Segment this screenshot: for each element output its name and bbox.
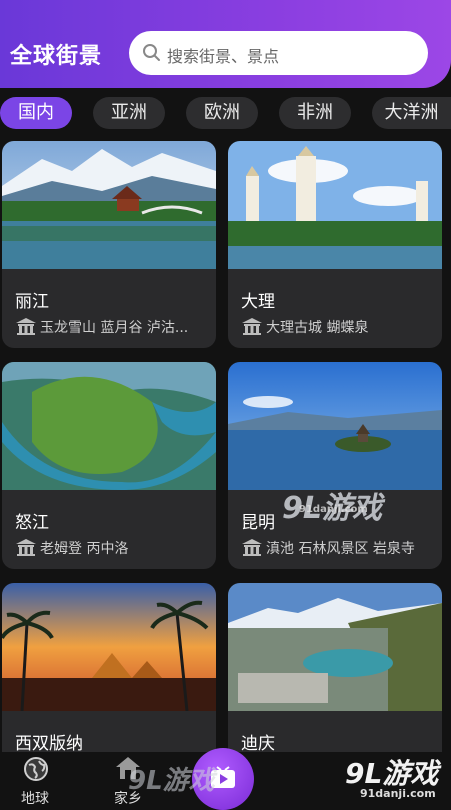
spots-text: 大理古城 蝴蝶泉 bbox=[266, 320, 369, 336]
tab-africa[interactable]: 非洲 bbox=[279, 97, 351, 129]
nav-earth[interactable]: 地球 bbox=[5, 752, 65, 807]
spots-text: 滇池 石林风景区 岩泉寺 bbox=[266, 541, 415, 557]
city-card-lijiang[interactable]: 丽江 玉龙雪山 蓝月谷 泸沽... bbox=[2, 141, 216, 348]
city-spots: 玉龙雪山 蓝月谷 泸沽... bbox=[15, 317, 188, 337]
city-spots: 老姆登 丙中洛 bbox=[15, 538, 128, 558]
nav-earth-label: 地球 bbox=[21, 791, 49, 807]
spots-text: 老姆登 丙中洛 bbox=[40, 541, 129, 557]
tab-asia[interactable]: 亚洲 bbox=[93, 97, 165, 129]
temple-icon bbox=[16, 318, 36, 335]
tab-domestic[interactable]: 国内 bbox=[0, 97, 72, 129]
city-name: 昆明 bbox=[241, 513, 275, 533]
temple-icon bbox=[242, 539, 262, 556]
temple-icon bbox=[16, 539, 36, 556]
watermark-url: 91danji.com bbox=[299, 504, 368, 515]
corner-watermark-logo: 9L游戏 bbox=[345, 757, 439, 790]
kunming-photo bbox=[228, 362, 442, 490]
spots-text: 玉龙雪山 蓝月谷 泸沽... bbox=[40, 320, 189, 336]
city-card-kunming[interactable]: 昆明 滇池 石林风景区 岩泉寺 bbox=[228, 362, 442, 569]
city-card-nujiang[interactable]: 怒江 老姆登 丙中洛 bbox=[2, 362, 216, 569]
search-icon bbox=[143, 44, 160, 61]
city-name: 丽江 bbox=[15, 292, 49, 312]
city-name: 大理 bbox=[241, 292, 275, 312]
city-name: 迪庆 bbox=[241, 734, 275, 754]
city-name: 西双版纳 bbox=[15, 734, 83, 754]
dali-photo bbox=[228, 141, 442, 269]
diqing-photo bbox=[228, 583, 442, 711]
lijiang-photo bbox=[2, 141, 216, 269]
globe-icon bbox=[24, 757, 48, 781]
city-spots: 滇池 石林风景区 岩泉寺 bbox=[241, 538, 415, 558]
app-title: 全球街景 bbox=[10, 44, 103, 69]
city-card-dali[interactable]: 大理 大理古城 蝴蝶泉 bbox=[228, 141, 442, 348]
search-bar[interactable]: 搜索街景、景点 bbox=[129, 31, 428, 75]
region-tabs: 国内 亚洲 欧洲 非洲 大洋洲 bbox=[0, 97, 451, 131]
search-placeholder: 搜索街景、景点 bbox=[167, 47, 280, 66]
tab-europe[interactable]: 欧洲 bbox=[186, 97, 258, 129]
corner-watermark-url: 91danji.com bbox=[360, 787, 436, 800]
temple-icon bbox=[242, 318, 262, 335]
nav-watermark: 9L游戏 bbox=[128, 766, 215, 796]
nujiang-photo bbox=[2, 362, 216, 490]
city-name: 怒江 bbox=[15, 513, 49, 533]
app-header: 全球街景 搜索街景、景点 bbox=[0, 0, 451, 88]
xishuangbanna-photo bbox=[2, 583, 216, 711]
city-spots: 大理古城 蝴蝶泉 bbox=[241, 317, 368, 337]
tab-oceania[interactable]: 大洋洲 bbox=[372, 97, 451, 129]
